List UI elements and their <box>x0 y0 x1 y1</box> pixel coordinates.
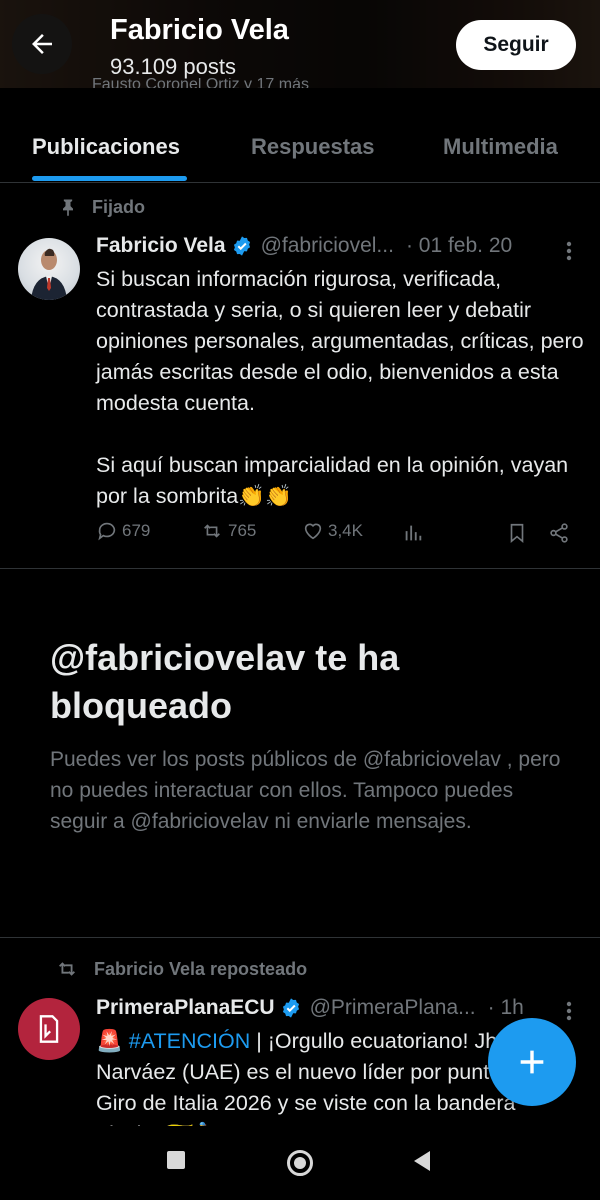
author-name[interactable]: PrimeraPlanaECU <box>96 996 275 1020</box>
tweet-header: PrimeraPlanaECU @PrimeraPlana... · 1h <box>96 996 524 1020</box>
newspaper-logo-icon <box>39 1015 59 1043</box>
reply-button[interactable]: 679 <box>96 520 150 542</box>
blocked-title: @fabriciovelav te ha bloqueado <box>50 637 400 726</box>
verified-badge-icon <box>282 998 299 1018</box>
pin-icon <box>63 199 73 217</box>
tweet-header: Fabricio Vela @fabriciovel... · 01 feb. … <box>96 234 512 258</box>
pinned-label: Fijado <box>92 196 145 217</box>
person-photo-icon <box>31 248 67 300</box>
tweet-date[interactable]: · 01 feb. 20 <box>406 234 512 258</box>
heart-icon <box>304 523 322 540</box>
author-handle[interactable]: @fabriciovel... <box>261 234 394 258</box>
profile-header: Fausto Coronel Ortiz y 17 más Fabricio V… <box>0 0 600 88</box>
reposted-by-label[interactable]: Fabricio Vela reposteado <box>94 959 307 980</box>
like-button[interactable]: 3,4K <box>302 520 363 542</box>
tweet-paragraph: Si aquí buscan imparcialidad en la opini… <box>96 453 569 508</box>
recent-apps-icon[interactable] <box>166 1150 186 1170</box>
bookmark-icon[interactable] <box>506 522 528 544</box>
repost-button[interactable]: 765 <box>200 520 256 542</box>
author-name[interactable]: Fabricio Vela <box>96 234 226 258</box>
active-tab-indicator <box>32 176 187 181</box>
blocked-description: Puedes ver los posts públicos de @fabric… <box>50 748 561 833</box>
like-count: 3,4K <box>328 521 363 540</box>
repost-indicator: Fabricio Vela reposteado <box>54 958 307 980</box>
tab-respuestas[interactable]: Respuestas <box>251 134 375 160</box>
arrow-left-icon <box>32 34 52 54</box>
verified-badge-icon <box>233 236 250 256</box>
compose-button[interactable] <box>488 1018 576 1106</box>
repost-count: 765 <box>228 521 257 540</box>
pinned-indicator: Fijado <box>58 196 145 218</box>
profile-tabs: Publicaciones Respuestas Multimedia <box>0 88 600 183</box>
repost-icon <box>204 524 220 538</box>
tweet-actions: 679 765 3,4K <box>96 520 576 550</box>
profile-name: Fabricio Vela <box>110 14 289 46</box>
divider <box>0 937 600 938</box>
tab-multimedia[interactable]: Multimedia <box>443 134 558 160</box>
avatar[interactable] <box>18 238 80 300</box>
tab-publicaciones[interactable]: Publicaciones <box>32 134 180 160</box>
follow-button[interactable]: Seguir <box>456 20 576 70</box>
reply-icon <box>98 522 116 541</box>
divider <box>0 568 600 569</box>
home-icon[interactable] <box>285 1148 315 1178</box>
system-navigation-bar <box>0 1128 600 1200</box>
repost-icon <box>59 962 75 976</box>
back-nav-icon[interactable] <box>412 1150 432 1172</box>
analytics-icon[interactable] <box>402 522 424 544</box>
tweet-text: Si buscan información rigurosa, verifica… <box>96 264 586 512</box>
avatar[interactable] <box>18 998 80 1060</box>
tweet-time[interactable]: · 1h <box>488 996 524 1020</box>
back-button[interactable] <box>12 14 72 74</box>
plus-icon <box>520 1050 544 1074</box>
hashtag-link[interactable]: #ATENCIÓN <box>129 1029 250 1053</box>
share-icon[interactable] <box>548 522 570 544</box>
more-options-icon[interactable] <box>564 240 574 262</box>
reply-count: 679 <box>122 521 151 540</box>
author-handle[interactable]: @PrimeraPlana... <box>310 996 476 1020</box>
alert-emoji: 🚨 <box>96 1029 123 1053</box>
more-options-icon[interactable] <box>564 1000 574 1022</box>
tweet-paragraph: Si buscan información rigurosa, verifica… <box>96 267 584 415</box>
post-count: 93.109 posts <box>110 54 236 79</box>
